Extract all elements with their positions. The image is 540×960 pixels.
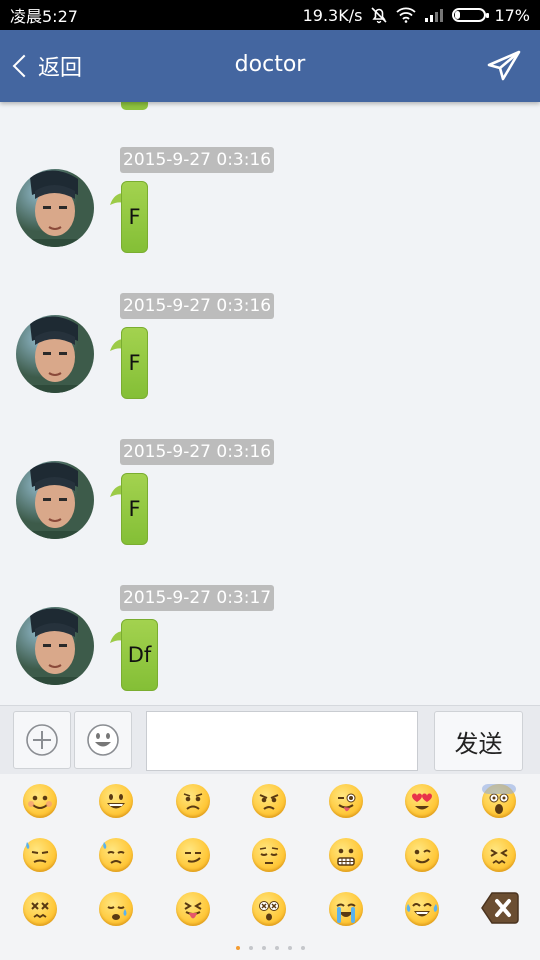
chat-message: 2015-9-27 0:3:17 Df	[0, 585, 540, 705]
emoji-wink-tongue-icon[interactable]	[329, 784, 363, 818]
chat-message: 2015-9-27 0:3:16 F	[0, 147, 540, 287]
page-dot[interactable]	[274, 946, 279, 950]
message-bubble[interactable]: F	[121, 327, 148, 399]
paper-plane-icon[interactable]	[486, 48, 522, 84]
emoji-sweat-icon[interactable]	[23, 838, 57, 872]
chat-message: 2015-9-27 0:3:16 F	[0, 293, 540, 433]
battery-fill	[455, 11, 461, 19]
emoji-angry-icon[interactable]	[252, 784, 286, 818]
emoji-disappointed-relieved-icon[interactable]	[99, 838, 133, 872]
wifi-icon	[396, 7, 417, 23]
back-button[interactable]: 返回	[8, 44, 82, 88]
emoji-confounded-icon[interactable]	[482, 838, 516, 872]
message-bubble[interactable]: F	[121, 473, 148, 545]
avatar[interactable]	[16, 461, 94, 539]
message-bubble-partial	[121, 102, 148, 110]
add-button[interactable]	[13, 711, 71, 769]
input-bar: 发送	[0, 705, 540, 774]
emoji-heart-eyes-icon[interactable]	[405, 784, 439, 818]
bell-off-icon	[370, 6, 388, 24]
battery-icon	[452, 8, 490, 22]
emoji-sleepy-icon[interactable]	[99, 892, 133, 926]
emoji-joy-icon[interactable]	[405, 892, 439, 926]
plus-icon	[26, 724, 58, 756]
status-bar: 凌晨5:27 19.3K/s 17%	[0, 0, 540, 30]
page-dot[interactable]	[248, 946, 253, 950]
page-dot[interactable]	[261, 946, 266, 950]
chevron-left-icon	[12, 54, 36, 78]
send-button[interactable]: 发送	[434, 711, 523, 771]
battery-percent: 17%	[494, 5, 530, 25]
message-timestamp: 2015-9-27 0:3:16	[120, 439, 275, 465]
page-dot[interactable]	[300, 946, 305, 950]
emoji-pensive-icon[interactable]	[252, 838, 286, 872]
chat-message: 2015-9-27 0:3:16 F	[0, 439, 540, 579]
status-indicators: 19.3K/s 17%	[303, 6, 530, 25]
message-input[interactable]	[147, 712, 417, 770]
emoji-smirk-icon[interactable]	[176, 838, 210, 872]
page-dot[interactable]	[235, 946, 240, 950]
network-speed: 19.3K/s	[302, 5, 363, 25]
message-timestamp: 2015-9-27 0:3:17	[120, 585, 275, 611]
message-timestamp: 2015-9-27 0:3:16	[120, 147, 275, 173]
message-bubble[interactable]: F	[121, 181, 148, 253]
avatar[interactable]	[16, 169, 94, 247]
emoji-wink-icon[interactable]	[405, 838, 439, 872]
emoji-grin-icon[interactable]	[99, 784, 133, 818]
avatar[interactable]	[16, 315, 94, 393]
page-dot[interactable]	[287, 946, 292, 950]
emoji-smile-blush-icon[interactable]	[23, 784, 57, 818]
message-timestamp: 2015-9-27 0:3:16	[120, 293, 275, 319]
emoji-sob-icon[interactable]	[329, 892, 363, 926]
emoji-panel	[0, 774, 540, 960]
emoji-scream-icon[interactable]	[482, 784, 516, 818]
title-bar: 返回 doctor	[0, 30, 540, 102]
message-list[interactable]: 2015-9-27 0:3:16 F 2015-9-27 0:3:16 F 20…	[0, 102, 540, 705]
page-indicator	[0, 946, 540, 950]
emoji-dizzy-face-icon[interactable]	[252, 892, 286, 926]
avatar[interactable]	[16, 607, 94, 685]
back-label: 返回	[38, 56, 83, 81]
message-bubble[interactable]: Df	[121, 619, 158, 691]
emoji-tongue-squint-icon[interactable]	[176, 892, 210, 926]
smiley-icon	[87, 724, 119, 756]
emoji-grimace-icon[interactable]	[329, 838, 363, 872]
status-time: 凌晨5:27	[10, 7, 78, 26]
signal-icon	[424, 8, 444, 22]
emoji-button[interactable]	[74, 711, 132, 769]
emoji-dizzy-tired-icon[interactable]	[23, 892, 57, 926]
message-input-box[interactable]	[146, 711, 418, 771]
delete-key-icon[interactable]	[481, 891, 519, 925]
emoji-disappointed-icon[interactable]	[176, 784, 210, 818]
